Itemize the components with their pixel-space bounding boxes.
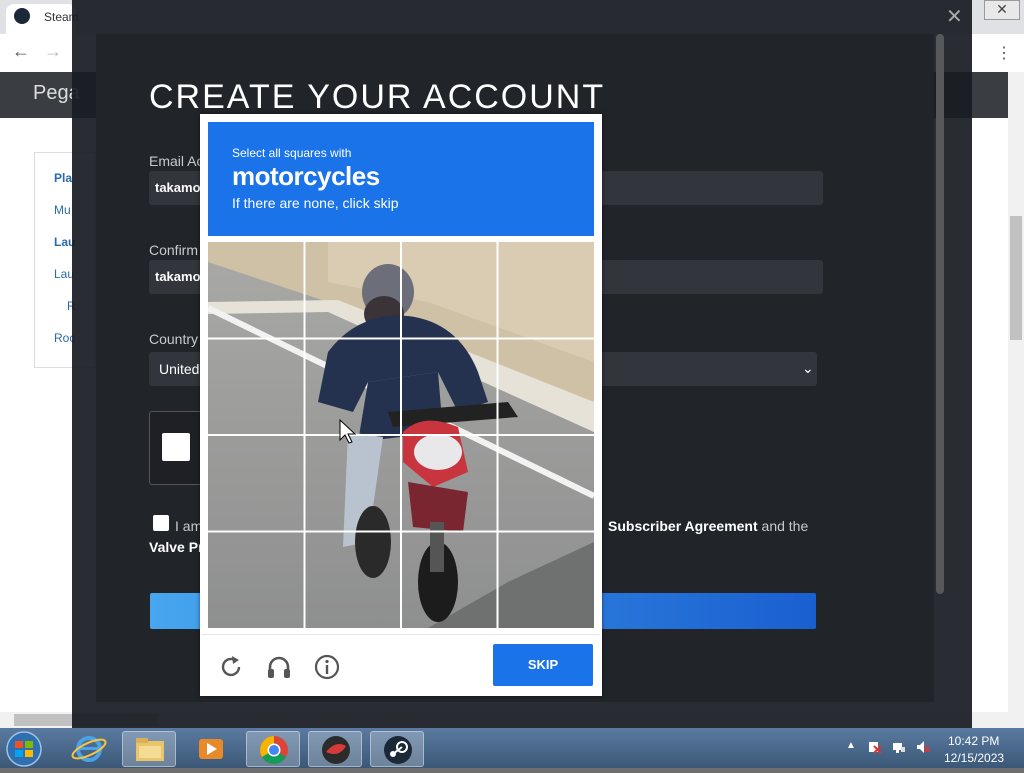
steam-icon [384,736,412,764]
network-icon[interactable] [892,740,906,754]
agreement-text-start: I am [175,518,203,534]
hcaptcha-tile-grid[interactable] [208,242,594,628]
page-scroll-thumb[interactable] [1010,216,1022,340]
clock-time[interactable]: 10:42 PM [948,734,999,748]
confirm-email-label: Confirm [149,242,199,258]
hcaptcha-target-word: motorcycles [232,161,380,191]
modal-close-icon[interactable]: ✕ [946,4,963,29]
agreement-checkbox[interactable] [153,515,169,531]
agreement-conjunction: and the [761,518,809,534]
red-app-icon [322,736,350,764]
action-center-icon[interactable] [868,740,882,754]
media-player-icon [199,739,223,759]
modal-scrollbar[interactable] [936,34,944,594]
chevron-down-icon: ⌄ [802,360,814,376]
forward-arrow-icon[interactable]: → [44,41,62,62]
chrome-icon [260,736,288,764]
taskbar-steam[interactable] [370,731,424,767]
tray-expand-icon[interactable]: ▲ [846,740,856,751]
browser-menu-icon[interactable]: ⋮ [996,43,1012,63]
sidebar-link[interactable]: Mu [54,203,71,217]
captcha-checkbox[interactable] [162,433,190,461]
taskbar-app-red[interactable] [308,731,362,767]
taskbar-chrome[interactable] [246,731,300,767]
refresh-icon[interactable] [218,654,244,680]
privacy-policy-link[interactable]: Valve Pr [149,539,204,555]
subscriber-agreement-link[interactable]: Subscriber Agreement [608,518,758,534]
agreement-text-end: Subscriber Agreement and the [608,518,808,534]
hcaptcha-instruction: Select all squares with [232,146,352,160]
page-title: CREATE YOUR ACCOUNT [149,78,606,116]
email-label: Email Ac [149,153,204,169]
volume-muted-icon[interactable] [916,740,930,754]
taskbar-media-player[interactable] [184,731,238,767]
skip-button[interactable]: SKIP [493,644,593,686]
sidebar-link[interactable]: Pla [54,171,72,185]
back-arrow-icon[interactable]: ← [12,41,30,62]
info-icon[interactable] [313,653,341,681]
taskbar-internet-explorer[interactable] [62,731,116,767]
internet-explorer-icon [71,736,107,762]
hcaptcha-fallback-text: If there are none, click skip [232,195,399,211]
page-scrollbar-vertical[interactable] [1008,72,1024,712]
taskbar-file-explorer[interactable] [122,731,176,767]
country-label: Country [149,331,199,347]
windows-start-icon[interactable] [4,730,44,768]
steam-favicon-icon [14,8,30,24]
folder-icon [136,738,164,761]
window-close-button[interactable]: ✕ [984,0,1020,20]
clock-date[interactable]: 12/15/2023 [944,751,1004,765]
headphones-icon[interactable] [265,653,293,681]
hcaptcha-divider [202,634,600,635]
